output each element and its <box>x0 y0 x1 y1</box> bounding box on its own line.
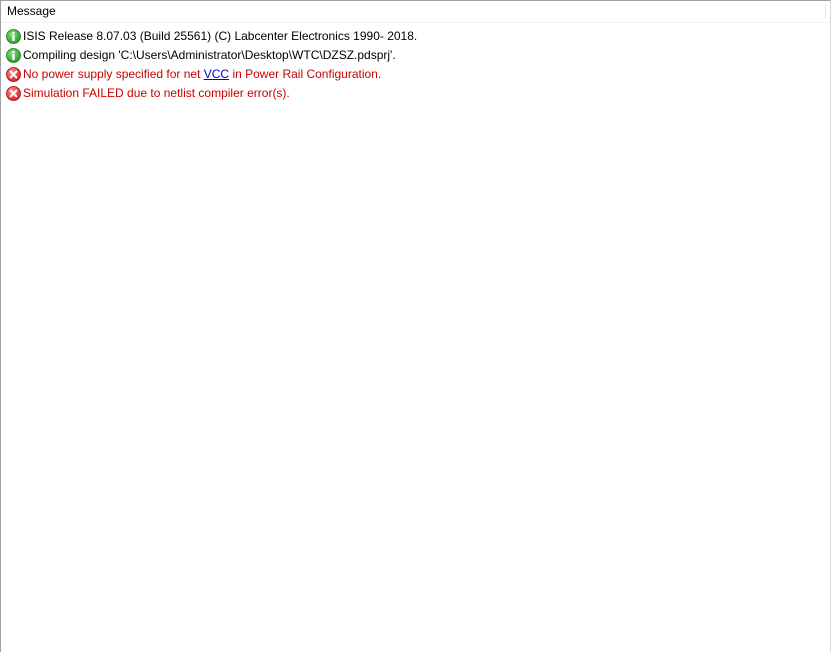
net-vcc-link[interactable]: VCC <box>204 67 229 81</box>
message-column-header[interactable]: Message <box>7 4 56 18</box>
error-icon <box>6 67 21 82</box>
error-icon <box>6 86 21 101</box>
message-text: Compiling design 'C:\Users\Administrator… <box>23 48 396 62</box>
message-list: ISIS Release 8.07.03 (Build 25561) (C) L… <box>1 23 830 103</box>
message-row[interactable]: Compiling design 'C:\Users\Administrator… <box>1 46 830 65</box>
message-text: Simulation FAILED due to netlist compile… <box>23 86 290 100</box>
message-row[interactable]: ISIS Release 8.07.03 (Build 25561) (C) L… <box>1 27 830 46</box>
info-icon <box>6 29 21 44</box>
column-divider <box>825 4 826 18</box>
simulation-log-panel: Message ISIS Release 8.07.03 (Build 2556… <box>0 0 831 652</box>
message-text: No power supply specified for net VCC in… <box>23 65 381 84</box>
column-header[interactable]: Message <box>1 1 830 23</box>
info-icon <box>6 48 21 63</box>
message-row[interactable]: Simulation FAILED due to netlist compile… <box>1 84 830 103</box>
message-row[interactable]: No power supply specified for net VCC in… <box>1 65 830 84</box>
message-text-before: No power supply specified for net <box>23 67 204 81</box>
message-text: ISIS Release 8.07.03 (Build 25561) (C) L… <box>23 29 418 43</box>
message-text-after: in Power Rail Configuration. <box>229 67 382 81</box>
